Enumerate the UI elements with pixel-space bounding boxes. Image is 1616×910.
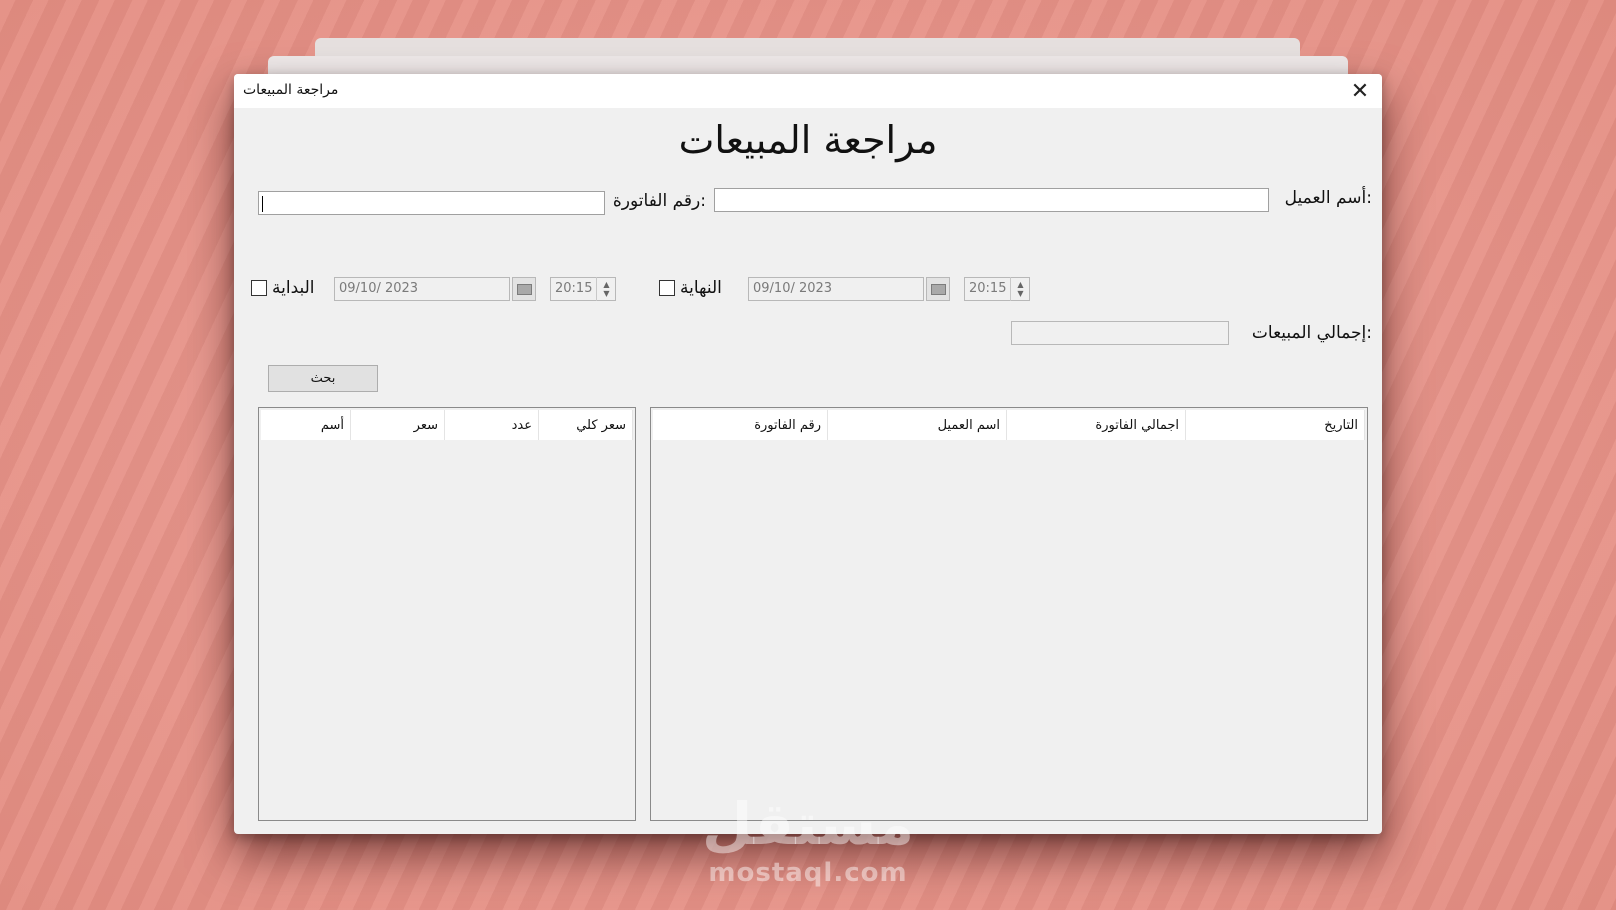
- end-time-value: 20:15: [969, 281, 1007, 296]
- window-title: مراجعة المبيعات: [243, 82, 339, 98]
- column-header[interactable]: سعر كلي: [539, 410, 633, 440]
- invoices-grid[interactable]: التاريخ اجمالي الفاتورة اسم العميل رقم ا…: [650, 407, 1368, 821]
- start-checkbox[interactable]: [251, 280, 267, 296]
- invoice-number-label: رقم الفاتورة:: [612, 191, 706, 211]
- title-bar: مراجعة المبيعات ✕: [234, 74, 1382, 108]
- column-header[interactable]: أسم: [261, 410, 351, 440]
- column-header[interactable]: سعر: [351, 410, 445, 440]
- search-button[interactable]: بحث: [268, 365, 378, 392]
- total-sales-label: إجمالي المبيعات:: [1251, 323, 1372, 343]
- end-date-input[interactable]: 09/10/ 2023: [748, 277, 924, 301]
- end-checkbox[interactable]: [659, 280, 675, 296]
- start-time-spinner[interactable]: ▲ ▼: [596, 277, 616, 301]
- start-time-value: 20:15: [555, 281, 593, 296]
- items-grid[interactable]: سعر كلي عدد سعر أسم: [258, 407, 636, 821]
- customer-name-input[interactable]: [714, 188, 1269, 212]
- sales-review-window: مراجعة المبيعات ✕ مراجعة المبيعات أسم ال…: [234, 74, 1382, 834]
- end-label: النهاية: [680, 278, 722, 298]
- page-title: مراجعة المبيعات: [678, 118, 938, 162]
- watermark-url: mostaql.com: [708, 858, 908, 888]
- items-grid-header: سعر كلي عدد سعر أسم: [261, 410, 633, 440]
- text-caret: [262, 196, 263, 212]
- invoice-number-input[interactable]: [258, 191, 605, 215]
- watermark-logo: مستقل: [701, 790, 915, 858]
- close-icon[interactable]: ✕: [1338, 74, 1382, 108]
- customer-name-label: أسم العميل:: [1284, 188, 1372, 208]
- column-header[interactable]: عدد: [445, 410, 539, 440]
- start-date-value: 09/10/ 2023: [339, 281, 419, 296]
- column-header[interactable]: اجمالي الفاتورة: [1007, 410, 1186, 440]
- start-label: البداية: [272, 278, 315, 298]
- start-calendar-icon[interactable]: [512, 277, 536, 301]
- total-sales-input[interactable]: [1011, 321, 1229, 345]
- end-date-value: 09/10/ 2023: [753, 281, 833, 296]
- column-header[interactable]: التاريخ: [1186, 410, 1365, 440]
- end-time-spinner[interactable]: ▲ ▼: [1010, 277, 1030, 301]
- end-calendar-icon[interactable]: [926, 277, 950, 301]
- column-header[interactable]: رقم الفاتورة: [653, 410, 828, 440]
- invoices-grid-header: التاريخ اجمالي الفاتورة اسم العميل رقم ا…: [653, 410, 1365, 440]
- column-header[interactable]: اسم العميل: [828, 410, 1007, 440]
- start-date-input[interactable]: 09/10/ 2023: [334, 277, 510, 301]
